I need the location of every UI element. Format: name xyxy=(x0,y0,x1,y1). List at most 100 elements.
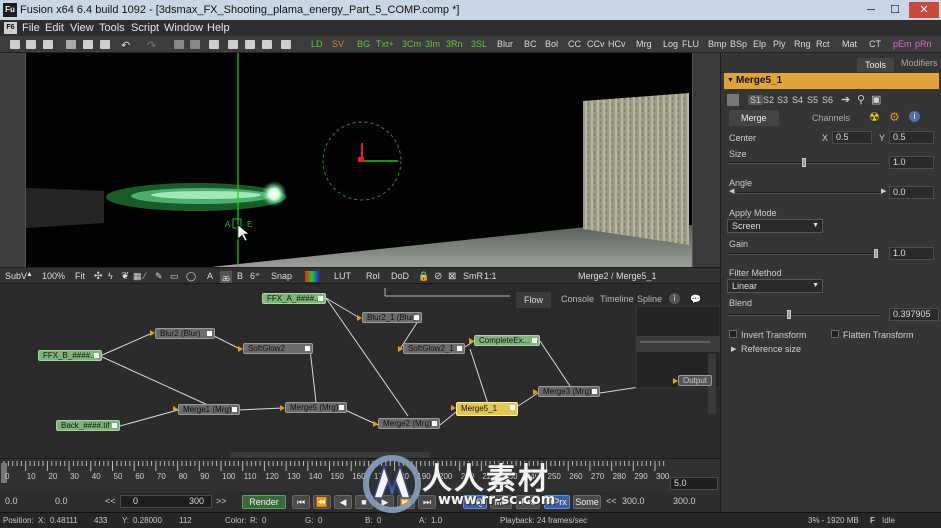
node-back[interactable]: Back_####.tif xyxy=(56,420,120,431)
redo-icon[interactable]: ↷ xyxy=(147,39,156,52)
collapse-arrow-icon[interactable]: ▼ xyxy=(727,73,734,89)
tool-loader[interactable]: LD xyxy=(311,39,323,49)
render-start-value[interactable]: 0.0 xyxy=(5,496,18,506)
minimize-button[interactable]: ─ xyxy=(860,2,882,18)
tool-ellipse[interactable]: Elp xyxy=(753,39,766,49)
gain-field[interactable]: 1.0 xyxy=(889,247,934,260)
menu-file[interactable]: File xyxy=(22,22,40,34)
render-end-value[interactable]: 300.0 xyxy=(622,496,645,506)
tool-flu[interactable]: FLU xyxy=(682,39,699,49)
smr-button[interactable]: SmR xyxy=(463,271,483,281)
color-channel-icon[interactable] xyxy=(305,271,319,282)
size-slider-knob[interactable] xyxy=(801,158,806,167)
bitmap-icon[interactable]: ▦ xyxy=(133,271,142,282)
tab-console[interactable]: Console xyxy=(561,294,594,304)
slot-s6[interactable]: S6 xyxy=(822,95,833,105)
slot-s2[interactable]: S2 xyxy=(763,95,774,105)
slot-s3[interactable]: S3 xyxy=(777,95,788,105)
copy-icon[interactable] xyxy=(83,40,93,49)
angle-right-arrow-icon[interactable]: ▶ xyxy=(881,187,886,195)
layout-6-icon[interactable] xyxy=(262,40,272,49)
snap-dropdown[interactable]: Snap xyxy=(271,271,292,281)
tool-particle-emitter[interactable]: pEm xyxy=(893,39,912,49)
polyline-icon[interactable]: ϟ xyxy=(108,271,113,281)
tool-rectangle[interactable]: Rct xyxy=(816,39,830,49)
node-merge5-1[interactable]: Merge5_1 xyxy=(456,402,518,416)
range-next-marker[interactable]: >> xyxy=(216,496,227,506)
tool-3d-camera[interactable]: 3Cm xyxy=(402,39,421,49)
tool-polygon[interactable]: Ply xyxy=(773,39,786,49)
open-icon[interactable] xyxy=(26,40,36,49)
layout-3-icon[interactable] xyxy=(209,40,219,49)
ratio-button[interactable]: 1:1 xyxy=(484,271,497,281)
view-dropdown-arrow-icon[interactable]: ▲ xyxy=(26,271,33,278)
slot-s1[interactable]: S1 xyxy=(748,95,764,105)
flatten-transform-checkbox[interactable] xyxy=(831,330,839,338)
tool-color-curves[interactable]: CCv xyxy=(587,39,605,49)
viewer-canvas[interactable]: A E xyxy=(25,53,693,267)
tool-ranges[interactable]: Rng xyxy=(794,39,811,49)
flow-view[interactable]: Flow Console Timeline Spline i 💬 FFX_A_#… xyxy=(0,283,720,458)
tool-saver[interactable]: SV xyxy=(332,39,344,49)
node-output-pip[interactable] xyxy=(232,407,237,412)
node-output-pip[interactable] xyxy=(112,423,117,428)
expand-arrow-icon[interactable]: ▶ xyxy=(731,345,736,353)
node-output-pip[interactable] xyxy=(305,346,310,351)
range-prev-marker[interactable]: << xyxy=(105,496,116,506)
angle-field[interactable]: 0.0 xyxy=(889,186,934,199)
zoom-dropdown[interactable]: 100% xyxy=(42,271,65,281)
menu-help[interactable]: Help xyxy=(207,22,230,34)
pick-icon[interactable]: ⚲ xyxy=(857,93,865,106)
maximize-button[interactable]: ☐ xyxy=(884,2,906,18)
node-blur2-1[interactable]: Blur2_1 (Blur) xyxy=(362,312,422,323)
tab-modifiers[interactable]: Modifiers xyxy=(901,58,938,68)
node-merge1[interactable]: Merge1 (Mrg) xyxy=(178,404,240,415)
layout-2-icon[interactable] xyxy=(190,40,200,49)
fit-button[interactable]: Fit xyxy=(75,271,85,281)
size-slider[interactable] xyxy=(729,158,879,167)
gain-slider-knob[interactable] xyxy=(874,249,878,258)
node-softglow2[interactable]: SoftGlow2 xyxy=(243,343,313,354)
roi-dropdown[interactable]: RoI xyxy=(366,271,380,281)
blend-field[interactable]: 0.397905 xyxy=(889,308,939,321)
invert-transform-checkbox[interactable] xyxy=(729,330,737,338)
tool-particle-render[interactable]: pRn xyxy=(915,39,932,49)
rectangle-icon[interactable]: ▭ xyxy=(170,271,179,282)
undo-icon[interactable]: ↶ xyxy=(121,39,130,52)
new-icon[interactable] xyxy=(10,40,20,49)
layout-7-icon[interactable] xyxy=(281,40,291,49)
save-icon[interactable] xyxy=(43,40,53,49)
node-output-pip[interactable] xyxy=(94,353,99,358)
tool-bitmap[interactable]: Bmp xyxy=(708,39,727,49)
brush-icon[interactable]: ✎ xyxy=(155,271,163,282)
info-icon[interactable]: i xyxy=(669,293,680,304)
size-field[interactable]: 1.0 xyxy=(889,156,934,169)
node-output[interactable]: Output xyxy=(678,375,712,386)
global-end-value[interactable]: 300.0 xyxy=(673,496,696,506)
ellipse-icon[interactable]: ◯ xyxy=(186,271,196,282)
tool-header[interactable]: ▼ Merge5_1 xyxy=(724,73,939,89)
wipe-icon[interactable]: 6⁼ xyxy=(250,271,260,282)
reference-size-label[interactable]: Reference size xyxy=(741,344,801,354)
view-name-dropdown[interactable]: SubV xyxy=(5,271,27,281)
info-icon[interactable]: i xyxy=(909,111,920,122)
menu-edit[interactable]: Edit xyxy=(45,22,64,34)
current-time-field[interactable]: 5.0 xyxy=(670,477,718,490)
tool-log[interactable]: Log xyxy=(663,39,678,49)
disable-icon[interactable]: ⊘ xyxy=(434,271,442,282)
step-back-icon[interactable]: ⏪ xyxy=(313,495,331,509)
node-output-pip[interactable] xyxy=(532,338,537,343)
global-start-value[interactable]: 0.0 xyxy=(55,496,68,506)
layout-5-icon[interactable] xyxy=(245,40,255,49)
tool-bspline[interactable]: BSp xyxy=(730,39,747,49)
angle-left-arrow-icon[interactable]: ◀ xyxy=(729,187,734,195)
tab-merge[interactable]: Merge xyxy=(729,110,779,126)
dod-button[interactable]: DoD xyxy=(391,271,409,281)
save-settings-icon[interactable]: ▣ xyxy=(871,93,881,106)
checker-icon[interactable]: ⊠ xyxy=(448,271,456,282)
tool-blur[interactable]: Blur xyxy=(497,39,513,49)
node-ffx-a[interactable]: FFX_A_####... xyxy=(262,293,326,304)
node-output-pip[interactable] xyxy=(432,421,437,426)
tool-3d-render[interactable]: 3Rn xyxy=(446,39,463,49)
radioactive-icon[interactable]: ☢ xyxy=(869,110,880,124)
